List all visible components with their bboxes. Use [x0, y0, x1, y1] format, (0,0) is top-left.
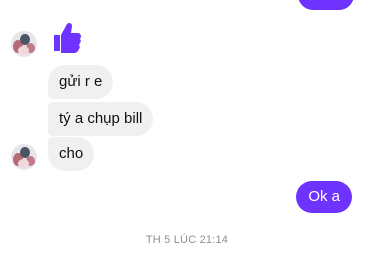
avatar-shape [18, 159, 29, 168]
incoming-message-bubble[interactable]: tý a chụp bill [48, 102, 154, 136]
chat-conversation-view: gửi r e tý a chụp bill cho Ok a TH 5 LÚC… [0, 0, 374, 257]
thumbs-up-icon[interactable] [50, 21, 82, 55]
partial-outgoing-message[interactable] [298, 0, 354, 10]
sender-avatar[interactable] [11, 31, 37, 57]
incoming-message-bubble[interactable]: gửi r e [48, 65, 114, 99]
sender-avatar[interactable] [11, 144, 37, 170]
incoming-message-bubble[interactable]: cho [48, 137, 95, 171]
message-timestamp: TH 5 LÚC 21:14 [145, 234, 229, 246]
avatar-shape [18, 46, 29, 55]
outgoing-message-bubble[interactable]: Ok a [296, 181, 352, 213]
